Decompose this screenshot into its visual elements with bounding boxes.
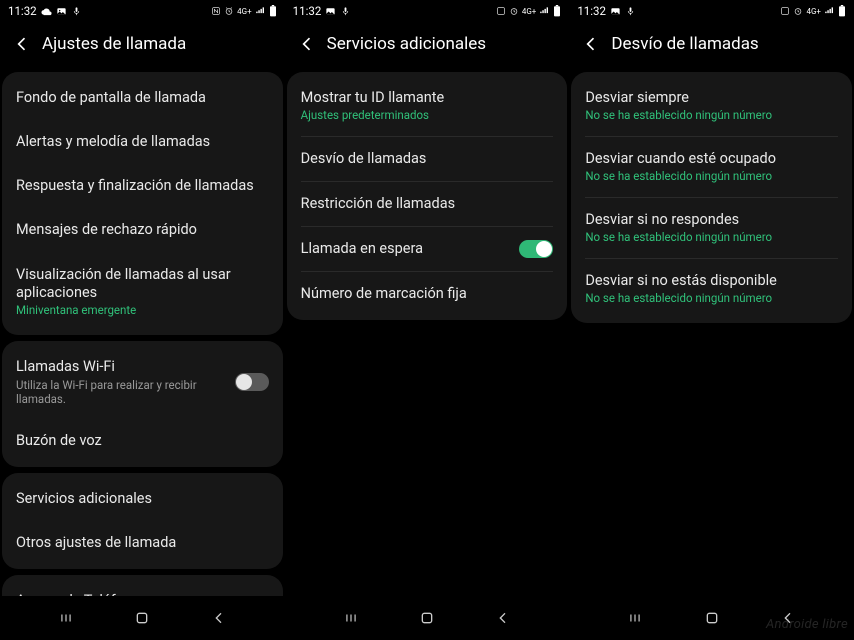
settings-group-2: Llamadas Wi-Fi Utiliza la Wi-Fi para rea… [2,341,283,467]
picture-icon [56,6,67,17]
header: Servicios adicionales [285,22,570,66]
alarm-icon [509,6,519,16]
row-call-waiting[interactable]: Llamada en espera [287,227,568,271]
row-forward-busy[interactable]: Desviar cuando esté ocupado No se ha est… [571,137,852,197]
nav-bar [0,596,285,640]
mic-icon [340,6,351,17]
row-voicemail[interactable]: Buzón de voz [2,419,283,463]
alarm-icon [224,6,234,16]
status-time: 11:32 [577,4,606,18]
page-title: Servicios adicionales [327,34,486,54]
nav-back[interactable] [768,598,808,638]
back-button[interactable] [4,26,40,62]
phone-call-forwarding: 11:32 4G+ Desvío de llamadas Desviar sie… [569,0,854,640]
header: Desvío de llamadas [569,22,854,66]
status-bar: 11:32 4G+ [0,0,285,22]
content: Mostrar tu ID llamante Ajustes predeterm… [285,66,570,596]
row-forward-noanswer[interactable]: Desviar si no respondes No se ha estable… [571,198,852,258]
mic-icon [625,6,636,17]
row-call-forwarding[interactable]: Desvío de llamadas [287,137,568,181]
content: Desviar siempre No se ha establecido nin… [569,66,854,596]
row-other-settings[interactable]: Otros ajustes de llamada [2,521,283,565]
page-title: Ajustes de llamada [42,34,186,54]
settings-group-4: Acerca de Teléfono [2,575,283,596]
status-time: 11:32 [8,4,37,18]
call-waiting-toggle[interactable] [519,240,553,258]
picture-icon [610,6,621,17]
services-group: Mostrar tu ID llamante Ajustes predeterm… [287,72,568,320]
nav-recents[interactable] [331,598,371,638]
row-about-phone[interactable]: Acerca de Teléfono [2,579,283,596]
back-button[interactable] [289,26,325,62]
nav-recents[interactable] [46,598,86,638]
nav-bar [569,596,854,640]
row-call-display[interactable]: Visualización de llamadas al usar aplica… [2,253,283,331]
mic-icon [71,6,82,17]
cloud-icon [41,6,52,17]
row-forward-always[interactable]: Desviar siempre No se ha establecido nin… [571,76,852,136]
phone-call-settings: 11:32 4G+ Ajustes de llamada Fondo d [0,0,285,640]
forwarding-group: Desviar siempre No se ha establecido nin… [571,72,852,323]
nav-home[interactable] [122,598,162,638]
row-forward-unreachable[interactable]: Desviar si no estás disponible No se ha … [571,259,852,319]
alarm-icon [793,6,803,16]
signal-icon [255,6,266,16]
nav-home[interactable] [692,598,732,638]
row-quick-reject[interactable]: Mensajes de rechazo rápido [2,208,283,252]
battery-icon [838,5,846,17]
nfc-icon [780,6,790,16]
data-icon: 4G+ [806,7,820,16]
status-bar: 11:32 4G+ [285,0,570,22]
page-title: Desvío de llamadas [611,34,758,54]
row-wallpaper[interactable]: Fondo de pantalla de llamada [2,76,283,120]
back-button[interactable] [573,26,609,62]
status-time: 11:32 [293,4,322,18]
nfc-icon [211,6,221,16]
settings-group-1: Fondo de pantalla de llamada Alertas y m… [2,72,283,335]
nav-back[interactable] [483,598,523,638]
row-wifi-calling[interactable]: Llamadas Wi-Fi Utiliza la Wi-Fi para rea… [2,345,283,419]
content: Fondo de pantalla de llamada Alertas y m… [0,66,285,596]
row-answer-end[interactable]: Respuesta y finalización de llamadas [2,164,283,208]
battery-icon [553,5,561,17]
signal-icon [824,6,835,16]
nfc-icon [496,6,506,16]
row-alerts[interactable]: Alertas y melodía de llamadas [2,120,283,164]
picture-icon [325,6,336,17]
nav-home[interactable] [407,598,447,638]
settings-group-3: Servicios adicionales Otros ajustes de l… [2,473,283,569]
nav-back[interactable] [199,598,239,638]
nav-bar [285,596,570,640]
signal-icon [539,6,550,16]
data-icon: 4G+ [522,7,536,16]
row-caller-id[interactable]: Mostrar tu ID llamante Ajustes predeterm… [287,76,568,136]
wifi-calling-toggle[interactable] [235,373,269,391]
row-fixed-dialing[interactable]: Número de marcación fija [287,272,568,316]
data-icon: 4G+ [237,7,251,16]
battery-icon [269,5,277,17]
header: Ajustes de llamada [0,22,285,66]
nav-recents[interactable] [615,598,655,638]
status-bar: 11:32 4G+ [569,0,854,22]
row-call-barring[interactable]: Restricción de llamadas [287,182,568,226]
phone-additional-services: 11:32 4G+ Servicios adicionales Mostrar … [285,0,570,640]
row-additional-services[interactable]: Servicios adicionales [2,477,283,521]
